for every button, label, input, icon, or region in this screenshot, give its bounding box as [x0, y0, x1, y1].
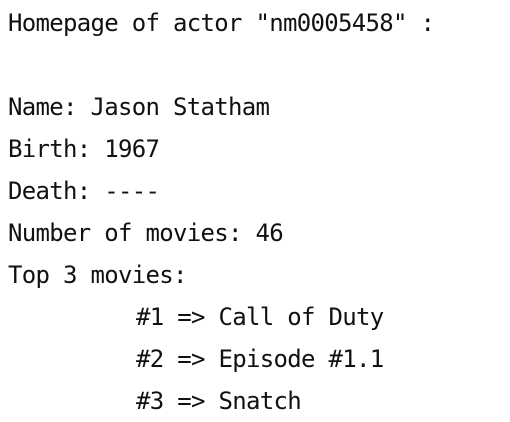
- console-output: Homepage of actor "nm0005458" : Name: Ja…: [8, 0, 508, 422]
- top-movie-2: #2 => Episode #1.1: [136, 345, 384, 373]
- birth-line: Birth: 1967: [8, 135, 160, 163]
- homepage-header: Homepage of actor "nm0005458" :: [8, 9, 435, 37]
- name-line: Name: Jason Statham: [8, 93, 270, 121]
- death-line: Death: ----: [8, 177, 160, 205]
- top-movies-label: Top 3 movies:: [8, 261, 187, 289]
- top-movie-1: #1 => Call of Duty: [136, 303, 384, 331]
- top-movie-3: #3 => Snatch: [136, 387, 302, 415]
- movies-count-line: Number of movies: 46: [8, 219, 284, 247]
